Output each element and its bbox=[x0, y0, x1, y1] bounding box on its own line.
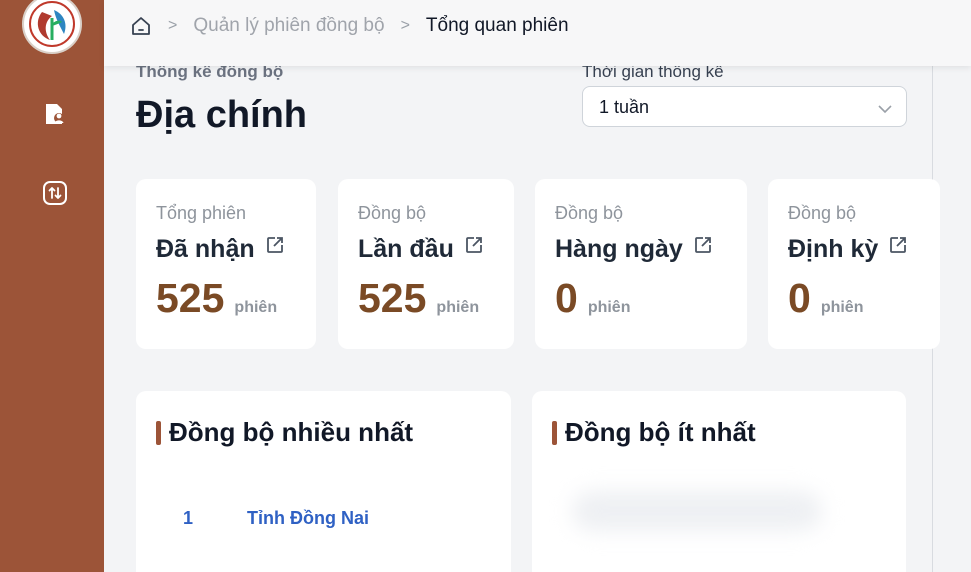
stat-kicker: Đồng bộ bbox=[788, 203, 857, 223]
stat-unit: phiên bbox=[436, 299, 480, 316]
stat-title-text: Lần đầu bbox=[358, 235, 454, 263]
sync-arrows-icon[interactable] bbox=[42, 180, 68, 206]
stat-value: 0 phiên bbox=[788, 275, 863, 322]
stat-unit: phiên bbox=[820, 299, 864, 316]
breadcrumb-current: Tổng quan phiên bbox=[425, 15, 569, 36]
stat-title-text: Định kỳ bbox=[788, 235, 879, 263]
panel-title-text: Đồng bộ nhiều nhất bbox=[169, 417, 414, 447]
stat-card-first-time: Đồng bộ Lần đầu 525 phiên bbox=[338, 179, 514, 349]
stat-unit: phiên bbox=[587, 299, 631, 316]
most-synced-panel: Đồng bộ nhiều nhất 1 Tỉnh Đồng Nai bbox=[136, 391, 511, 572]
stat-number: 525 bbox=[358, 275, 427, 321]
stat-number: 0 bbox=[788, 275, 811, 321]
stat-value: 525 phiên bbox=[156, 275, 277, 322]
home-icon[interactable] bbox=[130, 15, 152, 37]
least-synced-panel: Đồng bộ ít nhất bbox=[532, 391, 906, 572]
document-user-icon[interactable] bbox=[42, 102, 68, 128]
top-bar: > Quản lý phiên đồng bộ > Tổng quan phiê… bbox=[104, 0, 971, 66]
time-filter-value: 1 tuần bbox=[599, 97, 650, 117]
stat-kicker: Đồng bộ bbox=[555, 203, 624, 223]
breadcrumb-separator: > bbox=[168, 17, 178, 34]
page-title: Địa chính bbox=[136, 94, 308, 136]
stat-title: Đã nhận bbox=[156, 233, 285, 264]
panel-accent-bar bbox=[552, 420, 557, 445]
stat-title: Lần đầu bbox=[358, 233, 484, 264]
stat-kicker: Đồng bộ bbox=[358, 203, 427, 223]
time-filter-select[interactable]: 1 tuần bbox=[582, 86, 907, 127]
main-content: Thống kê đồng bộ Địa chính Thời gian thố… bbox=[104, 0, 940, 572]
sidebar bbox=[0, 0, 104, 572]
external-link-icon[interactable] bbox=[265, 233, 285, 262]
stat-number: 0 bbox=[555, 275, 578, 321]
panel-title-text: Đồng bộ ít nhất bbox=[565, 417, 756, 447]
panel-accent-bar bbox=[156, 420, 161, 445]
stat-card-daily: Đồng bộ Hàng ngày 0 phiên bbox=[535, 179, 747, 349]
stat-title: Hàng ngày bbox=[555, 233, 713, 264]
stat-card-received: Tổng phiên Đã nhận 525 phiên bbox=[136, 179, 316, 349]
app-logo[interactable] bbox=[22, 0, 82, 54]
external-link-icon[interactable] bbox=[464, 233, 484, 262]
stat-number: 525 bbox=[156, 275, 225, 321]
external-link-icon[interactable] bbox=[888, 233, 908, 262]
chevron-down-icon bbox=[878, 101, 892, 119]
stat-kicker: Tổng phiên bbox=[156, 203, 247, 223]
stat-title-text: Hàng ngày bbox=[555, 235, 683, 263]
rank-name-link[interactable]: Tỉnh Đồng Nai bbox=[247, 508, 369, 529]
stat-card-periodic: Đồng bộ Định kỳ 0 phiên bbox=[768, 179, 940, 349]
breadcrumb-separator: > bbox=[400, 17, 410, 34]
breadcrumb: > Quản lý phiên đồng bộ > Tổng quan phiê… bbox=[130, 14, 569, 38]
panel-title: Đồng bộ ít nhất bbox=[552, 417, 756, 448]
stat-unit: phiên bbox=[234, 299, 278, 316]
external-link-icon[interactable] bbox=[693, 233, 713, 262]
loading-placeholder bbox=[572, 491, 822, 531]
stat-value: 525 phiên bbox=[358, 275, 479, 322]
rank-number: 1 bbox=[183, 508, 194, 528]
stat-value: 0 phiên bbox=[555, 275, 630, 322]
stat-title-text: Đã nhận bbox=[156, 235, 255, 263]
breadcrumb-sync-sessions[interactable]: Quản lý phiên đồng bộ bbox=[193, 15, 384, 37]
panel-title: Đồng bộ nhiều nhất bbox=[156, 417, 413, 448]
stat-title: Định kỳ bbox=[788, 233, 908, 264]
